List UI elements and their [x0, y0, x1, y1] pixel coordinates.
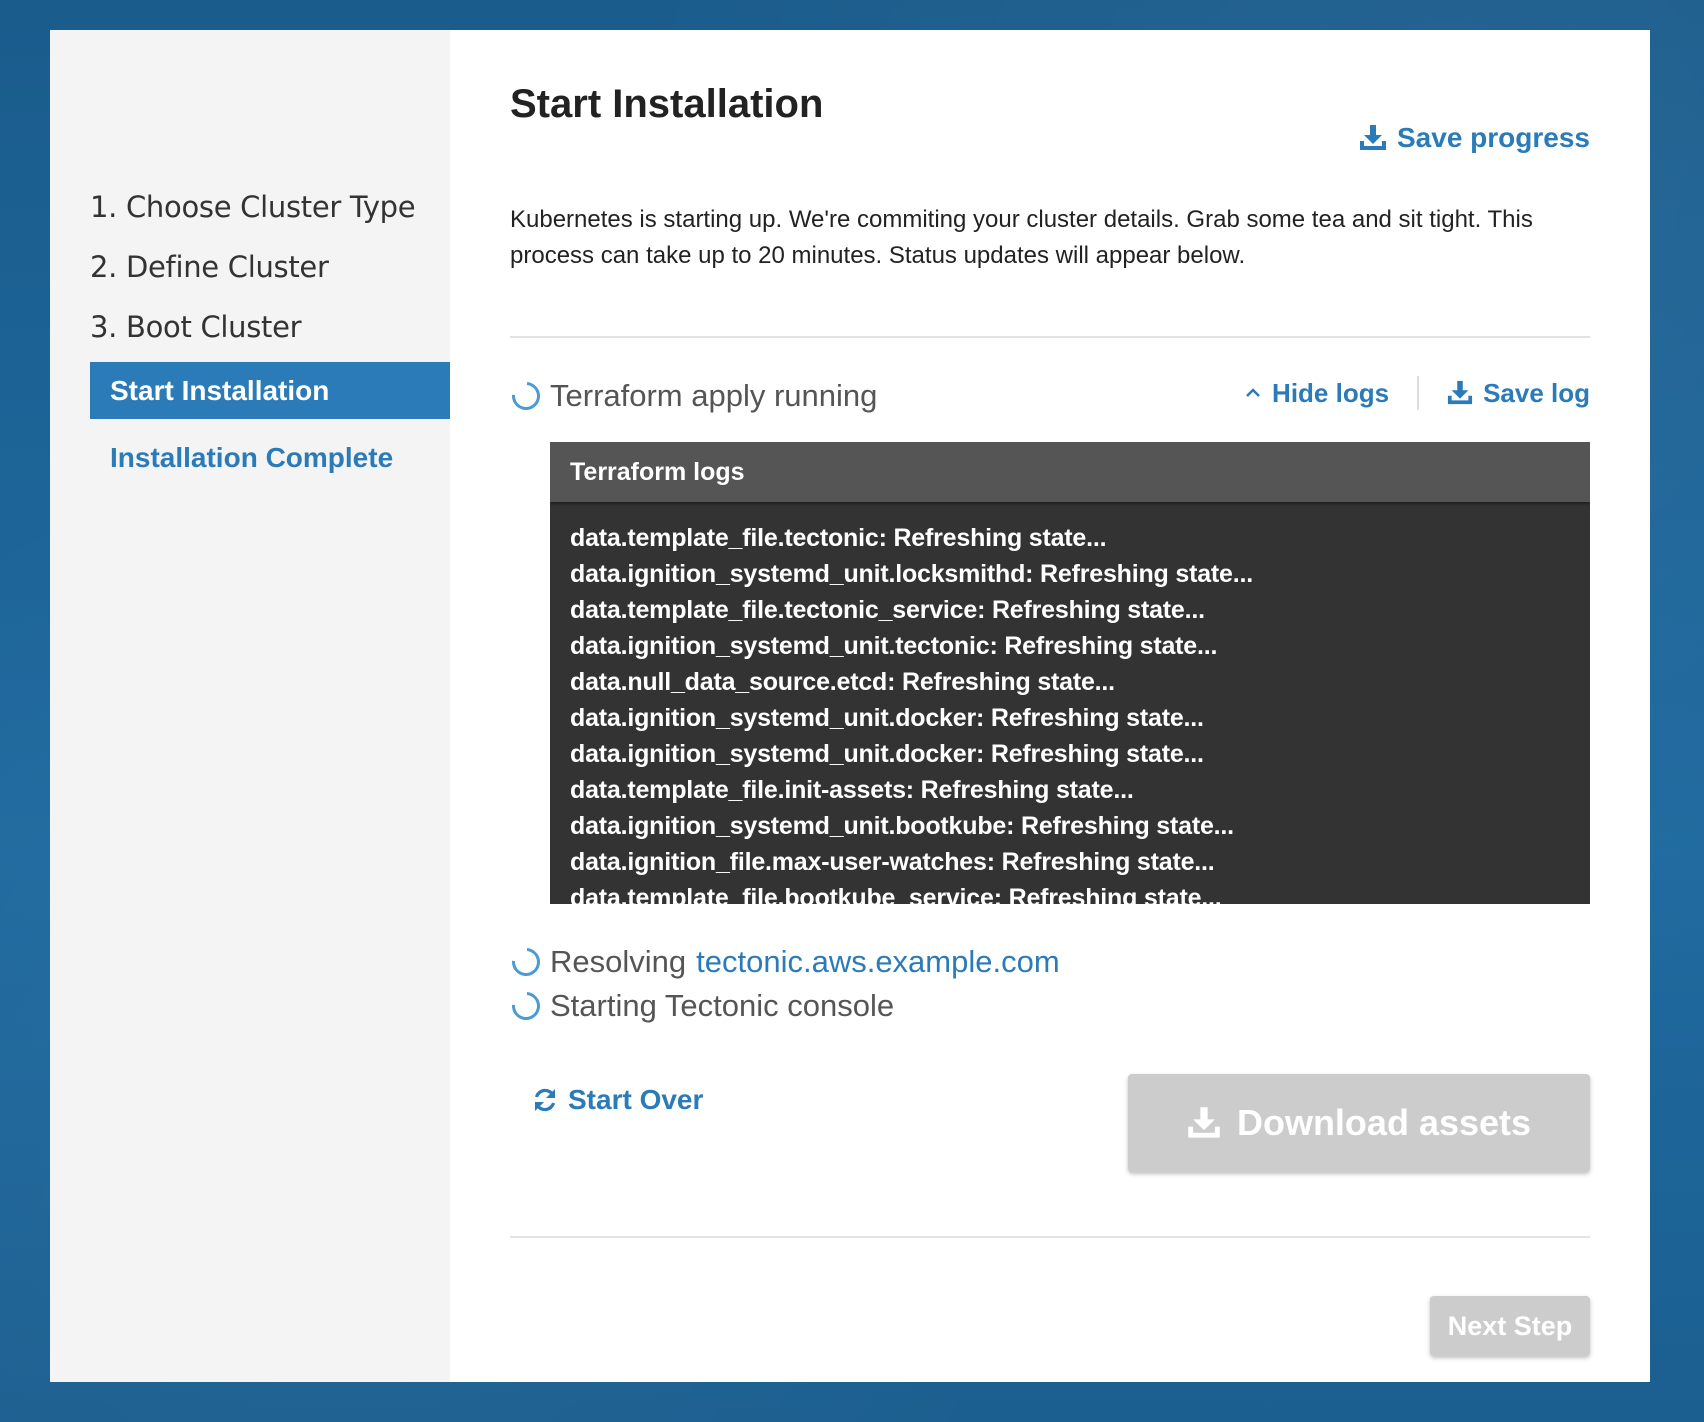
log-line: data.ignition_systemd_unit.tectonic: Ref… [570, 632, 1218, 660]
sidebar-item-start-installation[interactable]: Start Installation [90, 362, 450, 419]
log-panel-title: Terraform logs [550, 442, 1590, 502]
sidebar-step-define-cluster[interactable]: 2. Define Cluster [90, 250, 329, 284]
console-status-label: Starting Tectonic console [550, 988, 895, 1023]
log-line: data.ignition_systemd_unit.docker: Refre… [570, 740, 1204, 768]
log-line: data.template_file.bootkube_service: Ref… [570, 884, 1222, 904]
log-line: data.ignition_systemd_unit.docker: Refre… [570, 704, 1204, 732]
divider [510, 1236, 1590, 1238]
intro-text: Kubernetes is starting up. We're commiti… [510, 206, 1533, 269]
start-over-label: Start Over [568, 1084, 704, 1115]
save-log-label: Save log [1483, 377, 1590, 408]
sidebar-step-boot-cluster[interactable]: 3. Boot Cluster [90, 310, 302, 344]
divider [510, 336, 1590, 338]
sidebar-item-installation-complete[interactable]: Installation Complete [110, 442, 393, 474]
refresh-icon [532, 1087, 558, 1113]
hide-logs-label: Hide logs [1272, 377, 1390, 408]
start-over-button[interactable]: Start Over [532, 1084, 703, 1116]
download-assets-button[interactable]: Download assets [1128, 1074, 1590, 1172]
sidebar: 1. Choose Cluster Type 2. Define Cluster… [50, 30, 450, 1382]
page-title: Start Installation [510, 82, 824, 126]
log-line: data.template_file.tectonic_service: Ref… [570, 596, 1205, 624]
log-line: data.ignition_systemd_unit.bootkube: Ref… [570, 812, 1234, 840]
resolving-host-link[interactable]: tectonic.aws.example.com [696, 944, 1060, 980]
resolving-status: Resolving tectonic.aws.example.com [506, 942, 1060, 982]
main-content: Start Installation Save progress Kuberne… [450, 30, 1650, 1382]
download-icon [1359, 124, 1387, 152]
terraform-log-panel[interactable]: Terraform logs data.template_file.tecton… [550, 442, 1590, 904]
installer-card: 1. Choose Cluster Type 2. Define Cluster… [50, 30, 1650, 1382]
hide-logs-button[interactable]: Hide logs [1244, 378, 1389, 409]
log-controls: Hide logs Save log [1244, 376, 1590, 410]
spinner-icon [506, 986, 546, 1026]
sidebar-step-choose-cluster-type[interactable]: 1. Choose Cluster Type [90, 190, 416, 224]
save-log-button[interactable]: Save log [1447, 378, 1590, 409]
terraform-status-label: Terraform apply running [550, 378, 878, 413]
console-status: Starting Tectonic console [506, 986, 895, 1026]
download-assets-label: Download assets [1236, 1102, 1532, 1143]
controls-separator [1417, 376, 1420, 410]
log-body: data.template_file.tectonic: Refreshing … [550, 502, 1590, 904]
log-line: data.ignition_file.max-user-watches: Ref… [570, 848, 1215, 876]
resolving-label: Resolving [550, 944, 687, 979]
log-line: data.ignition_systemd_unit.locksmithd: R… [570, 560, 1253, 588]
log-line: data.template_file.init-assets: Refreshi… [570, 776, 1134, 804]
spinner-icon [506, 942, 546, 982]
save-progress-label: Save progress [1397, 122, 1590, 153]
download-icon [1187, 1106, 1221, 1140]
download-icon [1447, 380, 1473, 406]
terraform-status: Terraform apply running [506, 376, 878, 416]
spinner-icon [506, 376, 546, 416]
log-line: data.template_file.tectonic: Refreshing … [570, 524, 1107, 552]
chevron-up-icon [1244, 384, 1262, 402]
log-line: data.null_data_source.etcd: Refreshing s… [570, 668, 1115, 696]
next-step-button[interactable]: Next Step [1430, 1296, 1590, 1356]
save-progress-button[interactable]: Save progress [1359, 122, 1590, 154]
